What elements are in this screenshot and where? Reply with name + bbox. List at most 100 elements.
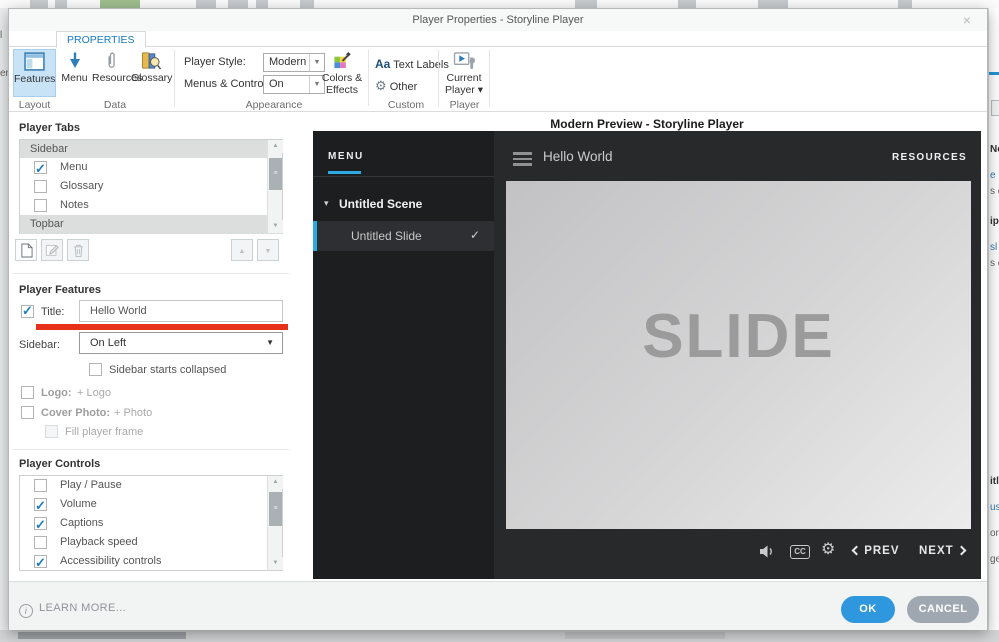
learn-more-label: LEARN MORE...: [39, 602, 127, 614]
settings-gear-icon[interactable]: ⚙: [821, 539, 835, 559]
slide-row-selected[interactable]: Untitled Slide ✓: [313, 221, 494, 251]
player-style-select[interactable]: Modern ▼: [263, 53, 325, 72]
new-tab-button[interactable]: [15, 239, 37, 261]
chevron-left-icon: [851, 545, 862, 556]
sidebar-collapsed-label: Sidebar starts collapsed: [109, 364, 227, 376]
player-tabs-scrollbar[interactable]: ▲ ≡ ▼: [267, 140, 283, 233]
menus-controls-select[interactable]: On ▼: [263, 75, 325, 94]
other-button[interactable]: ⚙ Other: [375, 78, 417, 94]
colors-effects-label-2: Effects: [326, 84, 358, 96]
volume-checkbox[interactable]: [34, 496, 47, 515]
dialog-footer: i LEARN MORE... OK CANCEL: [9, 581, 987, 630]
background-text-fragment: us: [990, 502, 999, 513]
menu-checkbox[interactable]: [34, 159, 47, 178]
list-group-sidebar[interactable]: Sidebar: [20, 140, 282, 158]
player-controls-scrollbar[interactable]: ▲ ≡ ▼: [267, 476, 283, 570]
list-item-label: Playback speed: [60, 536, 138, 548]
list-item-playback-speed[interactable]: Playback speed: [20, 533, 282, 552]
hamburger-menu-icon[interactable]: [513, 152, 532, 169]
group-label-custom: Custom: [387, 99, 425, 111]
sidebar-position-value: On Left: [90, 337, 127, 349]
play-pause-checkbox[interactable]: [34, 479, 47, 492]
list-group-topbar[interactable]: Topbar: [20, 215, 282, 234]
gear-icon: ⚙: [375, 78, 387, 93]
accessibility-checkbox[interactable]: [34, 553, 47, 572]
preview-resources-tab[interactable]: RESOURCES: [892, 152, 967, 163]
next-button[interactable]: NEXT: [919, 545, 967, 557]
scroll-up-icon[interactable]: ▲: [268, 140, 283, 153]
add-photo-link[interactable]: + Photo: [114, 407, 152, 419]
close-icon[interactable]: ×: [963, 12, 971, 28]
sidebar-position-select[interactable]: On Left ▼: [79, 332, 283, 354]
sidebar-collapsed-checkbox[interactable]: [89, 363, 102, 376]
menu-button[interactable]: Menu: [59, 49, 90, 97]
scrollbar-thumb[interactable]: ≡: [269, 158, 282, 190]
list-item-play-pause[interactable]: Play / Pause: [20, 476, 282, 495]
scene-row[interactable]: ▾ Untitled Scene: [313, 193, 494, 219]
scroll-down-icon[interactable]: ▼: [268, 220, 283, 233]
background-text-fragment: ipe: [990, 216, 999, 227]
menu-active-indicator: [328, 171, 361, 174]
list-item-notes[interactable]: Notes: [20, 196, 282, 215]
new-document-icon: [20, 243, 33, 258]
player-controls-listbox[interactable]: Play / Pause Volume Captions Playback sp…: [19, 475, 283, 572]
background-icon-sliver: [575, 0, 597, 8]
colors-effects-button[interactable]: Colors & Effects: [319, 49, 365, 97]
list-item-glossary[interactable]: Glossary: [20, 177, 282, 196]
glossary-button[interactable]: Glossary: [131, 49, 172, 97]
caret-down-icon[interactable]: ▾: [324, 198, 329, 209]
background-icon-sliver: [256, 0, 268, 8]
background-text-fragment: Ne: [990, 144, 999, 155]
list-item-label: Notes: [60, 199, 89, 211]
ribbon-separator: [174, 50, 175, 106]
ribbon-separator: [438, 50, 439, 106]
list-item-accessibility[interactable]: Accessibility controls: [20, 552, 282, 572]
volume-icon[interactable]: [759, 544, 776, 564]
annotation-red-underline: [36, 324, 288, 330]
glossary-book-icon: [141, 52, 162, 70]
glossary-checkbox[interactable]: [34, 180, 47, 193]
ok-button[interactable]: OK: [841, 596, 895, 623]
cancel-button[interactable]: CANCEL: [907, 596, 979, 623]
list-item-label: Accessibility controls: [60, 555, 162, 567]
title-input[interactable]: [79, 300, 283, 322]
player-tabs-listbox[interactable]: Sidebar Menu Glossary Notes Topbar ▲ ≡ ▼: [19, 139, 283, 234]
list-item-volume[interactable]: Volume: [20, 495, 282, 515]
move-up-button[interactable]: ▲: [231, 239, 253, 261]
list-item-label: Play / Pause: [60, 479, 122, 491]
features-button[interactable]: Features: [13, 49, 56, 97]
slide-stage: SLIDE: [506, 181, 971, 529]
prev-button[interactable]: PREV: [851, 545, 900, 557]
preview-menu-tab[interactable]: MENU: [328, 151, 364, 162]
tab-properties[interactable]: PROPERTIES: [56, 31, 146, 48]
add-logo-link[interactable]: + Logo: [77, 387, 111, 399]
resources-button[interactable]: Resources: [92, 49, 142, 97]
cover-photo-checkbox[interactable]: [21, 406, 34, 419]
captions-icon[interactable]: CC: [790, 545, 810, 559]
group-label-layout: Layout: [18, 99, 51, 111]
scroll-up-icon[interactable]: ▲: [268, 476, 283, 489]
list-item-label: Glossary: [60, 180, 104, 192]
playback-speed-checkbox[interactable]: [34, 536, 47, 549]
move-down-button[interactable]: ▼: [257, 239, 279, 261]
current-player-icon: [453, 52, 475, 70]
group-label-appearance: Appearance: [245, 99, 303, 111]
current-player-button[interactable]: Current Player ▾: [441, 49, 487, 97]
list-item-menu[interactable]: Menu: [20, 158, 282, 178]
fill-player-frame-checkbox[interactable]: [45, 425, 58, 438]
title-checkbox[interactable]: [21, 303, 34, 319]
background-icon-sliver: [228, 0, 248, 8]
player-properties-dialog: Player Properties - Storyline Player × P…: [8, 8, 988, 630]
list-item-captions[interactable]: Captions: [20, 514, 282, 534]
scroll-down-icon[interactable]: ▼: [268, 557, 283, 570]
learn-more-link[interactable]: i LEARN MORE...: [19, 602, 126, 618]
edit-tab-button[interactable]: [41, 239, 63, 261]
notes-checkbox[interactable]: [34, 199, 47, 212]
player-features-heading: Player Features: [19, 284, 101, 296]
player-tabs-heading: Player Tabs: [19, 122, 80, 134]
captions-checkbox[interactable]: [34, 515, 47, 534]
logo-checkbox[interactable]: [21, 386, 34, 399]
delete-tab-button[interactable]: [67, 239, 89, 261]
scrollbar-thumb[interactable]: ≡: [269, 492, 282, 526]
prev-label: PREV: [864, 545, 900, 557]
